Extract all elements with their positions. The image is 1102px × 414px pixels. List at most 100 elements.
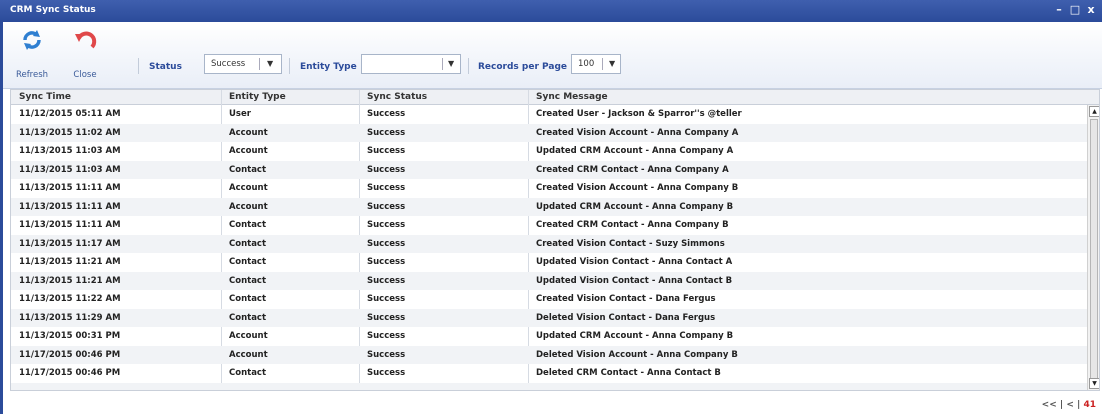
sync-time-cell: 11/13/2015 11:17 AM [19, 238, 121, 249]
window-title: CRM Sync Status [10, 5, 96, 15]
table-row[interactable]: 11/12/2015 05:11 AM User Success Created Us… [11, 105, 1087, 124]
table-row[interactable]: 11/13/2015 11:21 AM Contact Success Updated… [11, 271, 1087, 290]
first-page-button[interactable]: << [1042, 400, 1057, 410]
table-row[interactable]: 11/13/2015 11:11 AM Account Success Created… [11, 179, 1087, 198]
table-row[interactable]: 11/13/2015 11:29 AM Contact Success Deleted… [11, 308, 1087, 327]
sync-status-grid: Sync Time Entity Type Sync Status Sync M… [10, 89, 1100, 391]
chevron-down-icon: ▼ [448, 59, 455, 68]
entity-type-cell: Contact [229, 294, 267, 304]
close-label: Close [73, 70, 97, 80]
entity-type-cell: Contact [229, 220, 267, 230]
table-row[interactable]: 11/13/2015 11:21 AM Contact Success Updated… [11, 253, 1087, 272]
table-row[interactable]: 11/17/2015 00:46 PM Account Success Deleted… [11, 345, 1087, 364]
close-window-button[interactable]: x [1084, 3, 1098, 17]
minimize-button[interactable]: – [1052, 3, 1066, 17]
records-per-page-dropdown[interactable]: 100 ▼ [571, 54, 621, 74]
records-per-page-label: Records per Page [478, 62, 568, 72]
sync-message-cell: Created CRM Contact - Anna Company A [536, 164, 729, 175]
dropdown-divider [602, 58, 603, 70]
entity-type-cell: Contact [229, 275, 267, 286]
sync-status-cell: Success [367, 164, 406, 175]
sync-time-cell: 11/13/2015 11:03 AM [19, 146, 121, 156]
current-page: 41 [1083, 400, 1096, 410]
sync-message-cell: Updated CRM Account - Anna Company B [536, 331, 734, 341]
pager: << | < | 41 [1042, 400, 1096, 410]
scroll-up-icon[interactable]: ▲ [1089, 106, 1099, 117]
sync-time-cell: 11/13/2015 00:31 PM [19, 331, 121, 341]
sync-status-cell: Success [367, 368, 406, 378]
sync-status-cell: Success [367, 183, 406, 193]
sync-time-cell: 11/13/2015 11:21 AM [19, 275, 121, 286]
sync-time-cell: 11/13/2015 11:21 AM [19, 257, 121, 267]
close-button[interactable]: Close [61, 28, 109, 80]
entity-type-cell: Contact [229, 257, 267, 267]
chevron-down-icon: ▼ [267, 59, 274, 68]
title-bar: CRM Sync Status – □ x [0, 0, 1102, 22]
sync-message-cell: Created Vision Contact - Dana Fergus [536, 294, 716, 304]
column-header-entity-type[interactable]: Entity Type [229, 92, 286, 102]
toolbar: Refresh Close Status Success ▼ Entity Ty… [3, 22, 1102, 89]
sync-status-cell: Success [367, 109, 406, 119]
table-row[interactable]: 11/13/2015 11:03 AM Contact Success Created… [11, 160, 1087, 179]
sync-time-cell: 11/13/2015 11:03 AM [19, 164, 121, 175]
vertical-scrollbar[interactable]: ▲ ▼ [1087, 105, 1099, 390]
sync-message-cell: Created Vision Account - Anna Company B [536, 183, 739, 193]
sync-time-cell: 11/13/2015 11:11 AM [19, 220, 121, 230]
refresh-button[interactable]: Refresh [8, 28, 56, 80]
entity-type-dropdown[interactable]: ▼ [361, 54, 461, 74]
status-filter-label: Status [149, 62, 182, 72]
entity-type-cell: Account [229, 183, 268, 193]
status-dropdown[interactable]: Success ▼ [204, 54, 282, 74]
sync-time-cell: 11/13/2015 11:02 AM [19, 127, 121, 138]
close-icon [75, 31, 97, 49]
sync-status-cell: Success [367, 275, 406, 286]
grid-body: 11/12/2015 05:11 AM User Success Created Us… [11, 105, 1087, 390]
sync-status-cell: Success [367, 349, 406, 360]
maximize-button[interactable]: □ [1068, 3, 1082, 17]
table-row[interactable]: 11/13/2015 11:22 AM Contact Success Created… [11, 290, 1087, 309]
sync-status-cell: Success [367, 220, 406, 230]
sync-time-cell: 11/13/2015 11:29 AM [19, 312, 121, 323]
sync-message-cell: Updated CRM Account - Anna Company A [536, 146, 734, 156]
status-dropdown-value: Success [211, 59, 246, 69]
table-row[interactable]: 11/13/2015 11:11 AM Account Success Updated… [11, 197, 1087, 216]
column-header-sync-time[interactable]: Sync Time [19, 92, 71, 102]
sync-time-cell: 11/13/2015 11:22 AM [19, 294, 121, 304]
sync-message-cell: Deleted Vision Account - Anna Company B [536, 349, 738, 360]
sync-message-cell: Created Vision Account - Anna Company A [536, 127, 739, 138]
sync-message-cell: Created Vision Contact - Suzy Simmons [536, 238, 725, 249]
table-row[interactable]: 11/13/2015 11:17 AM Contact Success Created… [11, 234, 1087, 253]
sync-message-cell: Created CRM Contact - Anna Company B [536, 220, 729, 230]
column-header-sync-message[interactable]: Sync Message [536, 92, 608, 102]
sync-time-cell: 11/17/2015 00:46 PM [19, 349, 121, 360]
table-row[interactable] [11, 382, 1087, 390]
entity-type-cell: Contact [229, 312, 267, 323]
sync-status-cell: Success [367, 201, 406, 212]
table-row[interactable]: 11/13/2015 11:11 AM Contact Success Created… [11, 216, 1087, 235]
table-row[interactable]: 11/17/2015 00:46 PM Contact Success Deleted… [11, 364, 1087, 383]
table-row[interactable]: 11/13/2015 11:02 AM Account Success Created… [11, 123, 1087, 142]
table-row[interactable]: 11/13/2015 11:03 AM Account Success Updated… [11, 142, 1087, 161]
toolbar-separator [468, 58, 469, 74]
prev-page-button[interactable]: < [1066, 400, 1074, 410]
sync-message-cell: Updated Vision Contact - Anna Contact B [536, 275, 733, 286]
table-row[interactable]: 11/13/2015 00:31 PM Account Success Updated… [11, 327, 1087, 346]
entity-type-cell: Contact [229, 238, 267, 249]
sync-status-cell: Success [367, 257, 406, 267]
column-header-sync-status[interactable]: Sync Status [367, 92, 427, 102]
sync-message-cell: Updated CRM Account - Anna Company B [536, 201, 734, 212]
sync-status-cell: Success [367, 312, 406, 323]
entity-type-cell: Account [229, 201, 268, 212]
scroll-thumb[interactable] [1090, 119, 1098, 381]
toolbar-separator [289, 58, 290, 74]
sync-message-cell: Updated Vision Contact - Anna Contact A [536, 257, 733, 267]
pager-separator: | [1077, 400, 1081, 410]
grid-header: Sync Time Entity Type Sync Status Sync M… [11, 90, 1099, 105]
scroll-down-icon[interactable]: ▼ [1089, 378, 1099, 389]
sync-status-cell: Success [367, 294, 406, 304]
sync-time-cell: 11/13/2015 11:11 AM [19, 201, 121, 212]
entity-type-cell: Account [229, 146, 268, 156]
sync-time-cell: 11/17/2015 00:46 PM [19, 368, 121, 378]
sync-status-cell: Success [367, 238, 406, 249]
refresh-icon [23, 30, 41, 50]
